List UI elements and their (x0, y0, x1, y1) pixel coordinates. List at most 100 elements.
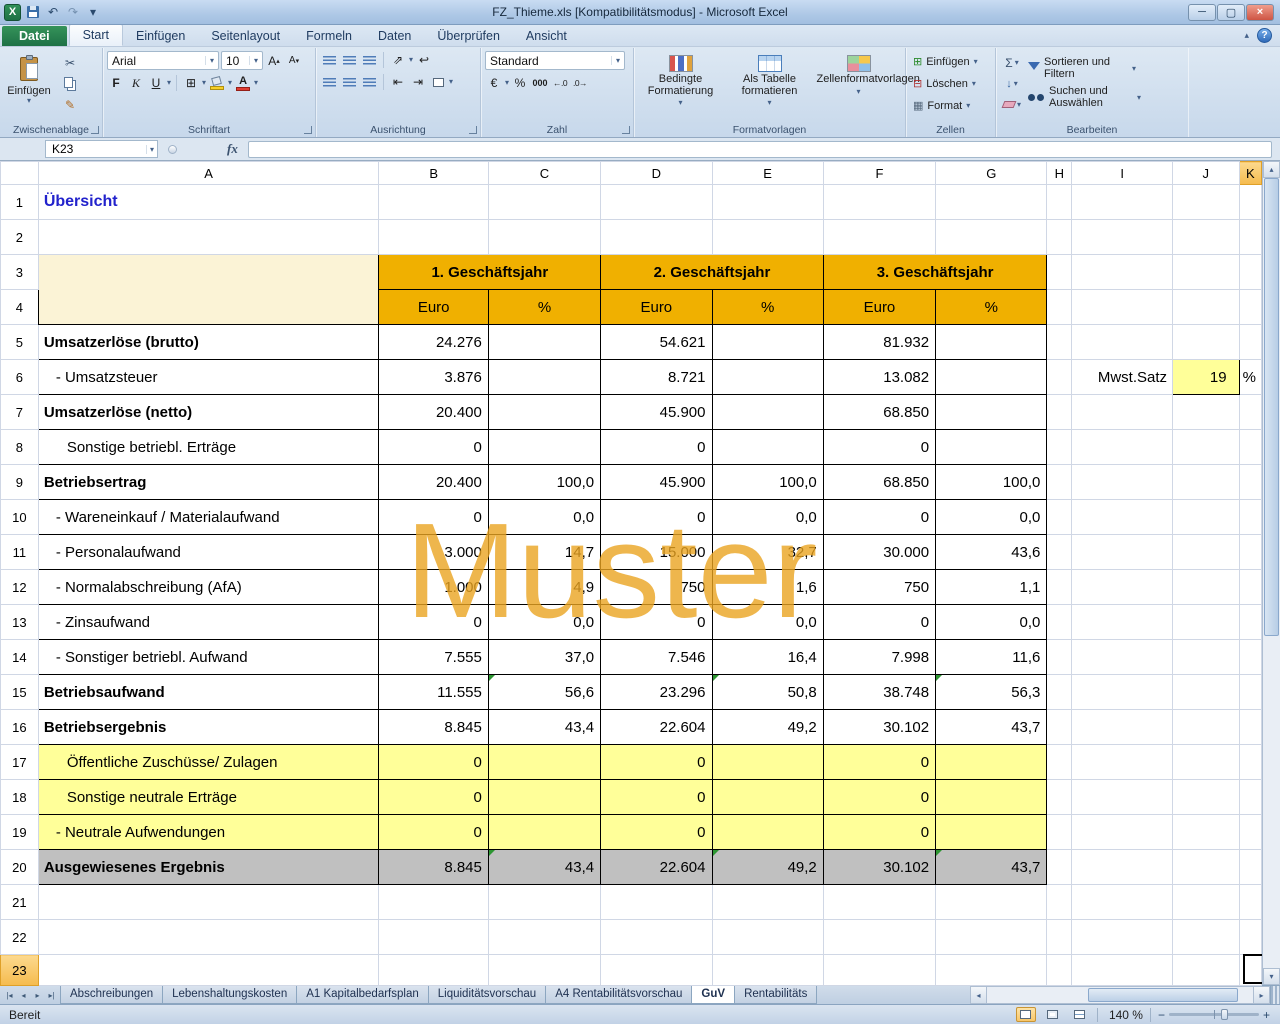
cell-H1[interactable] (1047, 185, 1072, 220)
find-select-button[interactable]: Suchen und Auswählen ▾ (1028, 86, 1141, 109)
cell-B13[interactable]: 0 (379, 605, 488, 640)
cell-E17[interactable] (712, 745, 823, 780)
cell-I20[interactable] (1072, 850, 1173, 885)
cell-H9[interactable] (1047, 465, 1072, 500)
cell-B17[interactable]: 0 (379, 745, 488, 780)
column-header-G[interactable]: G (936, 162, 1047, 185)
cell-A7[interactable]: Umsatzerlöse (netto) (38, 395, 379, 430)
align-middle-button[interactable] (340, 51, 358, 69)
cell-G23[interactable] (936, 955, 1047, 986)
align-top-button[interactable] (320, 51, 338, 69)
cell-C23[interactable] (488, 955, 600, 986)
cell-D9[interactable]: 45.900 (601, 465, 712, 500)
borders-button[interactable]: ⊞ (182, 74, 200, 92)
cell-B14[interactable]: 7.555 (379, 640, 488, 675)
cell-G21[interactable] (936, 885, 1047, 920)
cell-E14[interactable]: 16,4 (712, 640, 823, 675)
cell-J18[interactable] (1173, 780, 1240, 815)
cell-A12[interactable]: - Normalabschreibung (AfA) (38, 570, 379, 605)
cell-A15[interactable]: Betriebsaufwand (38, 675, 379, 710)
cell-H19[interactable] (1047, 815, 1072, 850)
merge-center-button[interactable] (429, 73, 447, 91)
cell-K9[interactable] (1239, 465, 1261, 500)
cell-H5[interactable] (1047, 325, 1072, 360)
cell-G5[interactable] (936, 325, 1047, 360)
first-sheet-icon[interactable]: |◂ (3, 991, 16, 1000)
chevron-down-icon[interactable]: ▾ (205, 56, 214, 65)
cell-K16[interactable] (1239, 710, 1261, 745)
cell-J4[interactable] (1173, 290, 1240, 325)
cell-B23[interactable] (379, 955, 488, 986)
decrease-decimal-button[interactable]: .0→ (571, 74, 589, 92)
column-header-J[interactable]: J (1173, 162, 1240, 185)
cell-C17[interactable] (488, 745, 600, 780)
name-box[interactable]: K23▾ (45, 140, 158, 158)
minimize-button[interactable]: ─ (1188, 4, 1216, 21)
vertical-scroll-thumb[interactable] (1264, 178, 1279, 636)
row-header-12[interactable]: 12 (1, 570, 39, 605)
dropdown-arrow-icon[interactable]: ▾ (409, 56, 413, 64)
row-header-1[interactable]: 1 (1, 185, 39, 220)
cell-G7[interactable] (936, 395, 1047, 430)
cell-F6[interactable]: 13.082 (823, 360, 935, 395)
redo-button[interactable]: ↷ (65, 4, 81, 21)
cell-I13[interactable] (1072, 605, 1173, 640)
insert-cells-button[interactable]: ⊞Einfügen▾ (910, 51, 991, 72)
cell-C2[interactable] (488, 220, 600, 255)
cell-G16[interactable]: 43,7 (936, 710, 1047, 745)
row-header-7[interactable]: 7 (1, 395, 39, 430)
cell-F9[interactable]: 68.850 (823, 465, 935, 500)
cell-C9[interactable]: 100,0 (488, 465, 600, 500)
insert-function-button[interactable]: fx (227, 141, 238, 157)
dropdown-arrow-icon[interactable]: ▾ (167, 79, 171, 87)
cell-B19[interactable]: 0 (379, 815, 488, 850)
align-center-button[interactable] (340, 73, 358, 91)
column-header-H[interactable]: H (1047, 162, 1072, 185)
cell-A13[interactable]: - Zinsaufwand (38, 605, 379, 640)
sheet-tab-liquiditätsvorschau[interactable]: Liquiditätsvorschau (428, 986, 546, 1004)
cell-C7[interactable] (488, 395, 600, 430)
cell-A16[interactable]: Betriebsergebnis (38, 710, 379, 745)
row-header-5[interactable]: 5 (1, 325, 39, 360)
sheet-tab-rentabilitäts[interactable]: Rentabilitäts (734, 986, 817, 1004)
row-header-22[interactable]: 22 (1, 920, 39, 955)
cell-G8[interactable] (936, 430, 1047, 465)
column-header-E[interactable]: E (712, 162, 823, 185)
cell-K13[interactable] (1239, 605, 1261, 640)
cell-K10[interactable] (1239, 500, 1261, 535)
cell-F8[interactable]: 0 (823, 430, 935, 465)
dialog-launcher-icon[interactable] (469, 126, 477, 134)
cell-J14[interactable] (1173, 640, 1240, 675)
cell-C11[interactable]: 14,7 (488, 535, 600, 570)
dropdown-arrow-icon[interactable]: ▾ (202, 79, 206, 87)
italic-button[interactable]: K (127, 74, 145, 92)
cell-C4[interactable]: % (488, 290, 600, 325)
dropdown-arrow-icon[interactable]: ▾ (505, 79, 509, 87)
maximize-button[interactable]: ▢ (1217, 4, 1245, 21)
column-header-F[interactable]: F (823, 162, 935, 185)
cell-E6[interactable] (712, 360, 823, 395)
cell-H23[interactable] (1047, 955, 1072, 986)
row-header-13[interactable]: 13 (1, 605, 39, 640)
clear-button[interactable]: ▾ (1000, 95, 1024, 114)
cell-I22[interactable] (1072, 920, 1173, 955)
cell-E16[interactable]: 49,2 (712, 710, 823, 745)
cell-C18[interactable] (488, 780, 600, 815)
cell-G18[interactable] (936, 780, 1047, 815)
row-header-23[interactable]: 23 (1, 955, 39, 986)
cell-H8[interactable] (1047, 430, 1072, 465)
cell-E18[interactable] (712, 780, 823, 815)
cell-E21[interactable] (712, 885, 823, 920)
cell-I17[interactable] (1072, 745, 1173, 780)
align-left-button[interactable] (320, 73, 338, 91)
cell-A14[interactable]: - Sonstiger betriebl. Aufwand (38, 640, 379, 675)
cell-F10[interactable]: 0 (823, 500, 935, 535)
row-header-19[interactable]: 19 (1, 815, 39, 850)
cell-H16[interactable] (1047, 710, 1072, 745)
cell-J1[interactable] (1173, 185, 1240, 220)
cell-K4[interactable] (1239, 290, 1261, 325)
save-button[interactable] (25, 4, 41, 21)
cell-J19[interactable] (1173, 815, 1240, 850)
cell-A2[interactable] (38, 220, 379, 255)
cell-G2[interactable] (936, 220, 1047, 255)
